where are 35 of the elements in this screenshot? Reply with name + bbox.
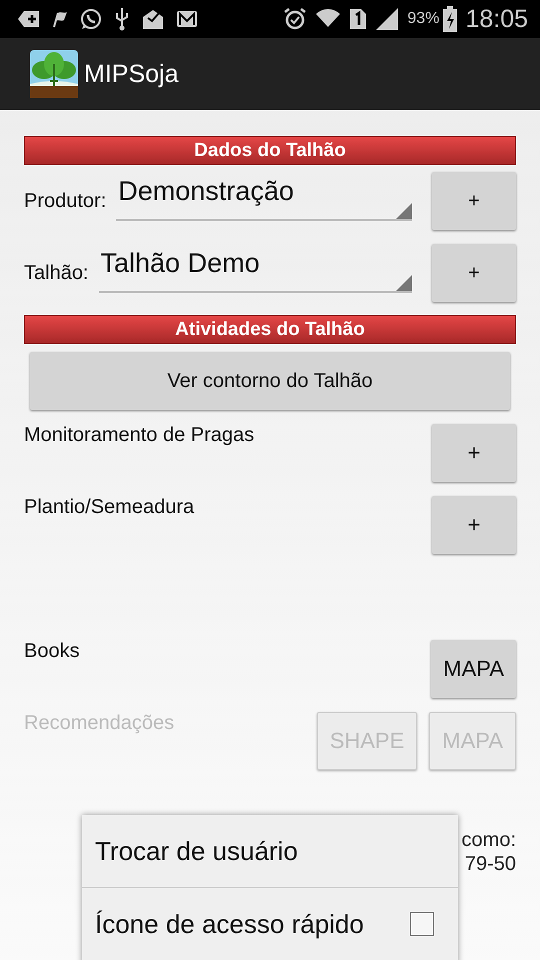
button[interactable]: + <box>432 496 516 554</box>
clock-time: 18:05 <box>465 4 528 34</box>
section-header: Atividades do Talhão <box>24 315 516 344</box>
field-label: Produtor: <box>24 190 106 212</box>
menu-item[interactable]: Ícone de acesso rápido <box>82 888 458 960</box>
button[interactable]: + <box>432 244 516 302</box>
button[interactable]: + <box>432 424 516 482</box>
flag-icon <box>52 10 68 28</box>
button[interactable]: Ver contorno do Talhão <box>30 352 510 410</box>
button[interactable]: MAPA <box>431 640 516 698</box>
checkbox[interactable] <box>410 912 434 936</box>
field-label: Talhão: <box>24 262 88 284</box>
battery-percentage: 93% <box>407 10 440 28</box>
row-label: Plantio/Semeadura <box>24 496 194 519</box>
signal-icon <box>375 7 400 31</box>
sim-card-icon <box>349 8 368 30</box>
row-label: Recomendações <box>24 712 174 735</box>
alarm-clock-icon <box>283 7 308 31</box>
mail-icon <box>176 10 198 28</box>
row-label: Monitoramento de Pragas <box>24 424 254 447</box>
open-envelope-icon <box>142 8 164 30</box>
dropdown[interactable]: Demonstração <box>116 176 412 220</box>
button[interactable]: + <box>432 172 516 230</box>
info-text: como: <box>462 828 516 852</box>
chat-bubble-icon <box>80 8 102 30</box>
app-logo-icon <box>30 50 78 98</box>
row-label: Books <box>24 640 80 663</box>
info-text: 79-50 <box>464 852 516 876</box>
section-header: Dados do Talhão <box>24 136 516 165</box>
app-title: MIPSoja <box>84 60 178 88</box>
usb-icon <box>114 7 130 31</box>
add-notification-icon <box>18 10 40 28</box>
dropdown[interactable]: Talhão Demo <box>98 248 412 292</box>
battery-charging-icon <box>443 6 458 32</box>
menu-item[interactable]: Trocar de usuário <box>82 815 458 888</box>
